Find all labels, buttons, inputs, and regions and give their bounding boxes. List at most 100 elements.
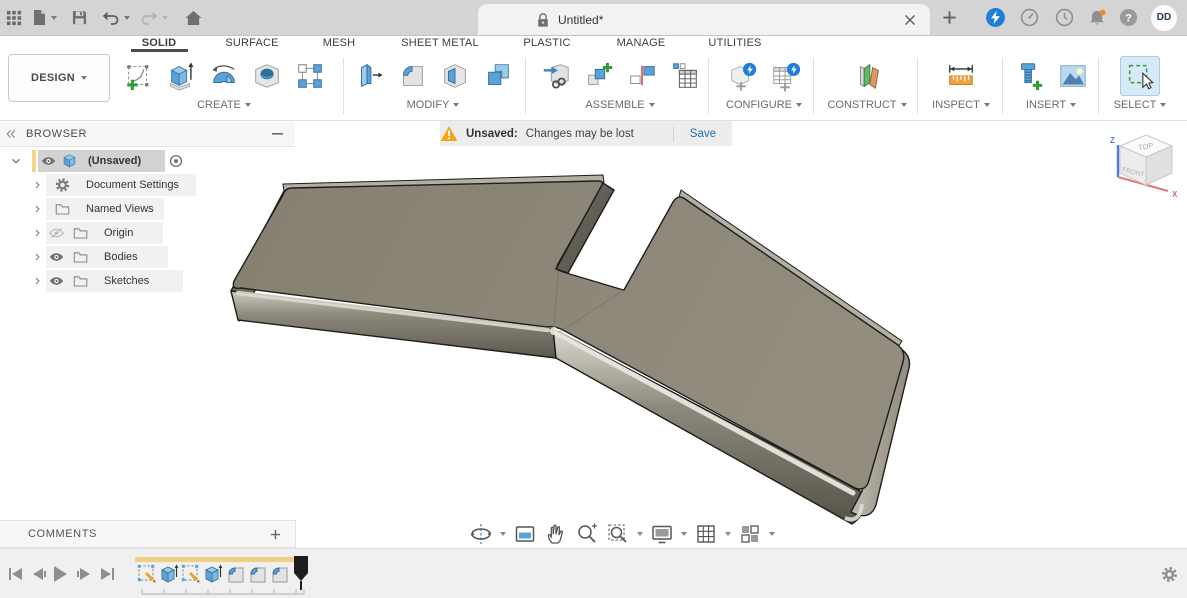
timeline-feature-sketch[interactable]	[180, 563, 202, 585]
visibility-eye-icon[interactable]	[41, 155, 56, 167]
tab-sheet-metal[interactable]: SHEET METAL	[401, 37, 479, 49]
undo-button[interactable]	[102, 0, 130, 35]
create-sketch-button[interactable]	[120, 58, 156, 94]
minimize-browser-icon[interactable]	[272, 133, 283, 136]
go-to-end-button[interactable]	[99, 567, 115, 581]
redo-caret[interactable]	[162, 16, 168, 20]
row-label[interactable]: Named Views	[86, 203, 154, 215]
file-new-caret[interactable]	[51, 16, 57, 20]
timeline-marker[interactable]	[293, 556, 309, 590]
row-label[interactable]: Document Settings	[86, 179, 179, 191]
collapse-panel-icon[interactable]	[6, 129, 16, 139]
activate-component-radio[interactable]	[169, 154, 183, 168]
timeline-feature-sketch[interactable]	[136, 563, 158, 585]
chevron-right-icon[interactable]	[32, 228, 43, 239]
insert-derive-button[interactable]	[538, 58, 574, 94]
select-button[interactable]	[1120, 56, 1160, 96]
revolve-button[interactable]	[206, 58, 242, 94]
chevron-right-icon[interactable]	[32, 252, 43, 263]
root-component-label[interactable]: (Unsaved)	[88, 155, 141, 167]
home-icon[interactable]	[185, 0, 202, 35]
group-label-inspect[interactable]: INSPECT	[922, 99, 1000, 111]
timeline-feature-fillet[interactable]	[268, 563, 290, 585]
close-tab-icon[interactable]	[904, 14, 916, 26]
tab-solid[interactable]: SOLID	[142, 37, 177, 49]
design-workspace-button[interactable]: DESIGN	[8, 54, 110, 102]
browser-row-named-views[interactable]: Named Views	[0, 197, 295, 221]
viewports-icon[interactable]	[737, 521, 763, 547]
tab-mesh[interactable]: MESH	[323, 37, 356, 49]
bom-button[interactable]	[667, 58, 703, 94]
tab-plastic[interactable]: PLASTIC	[523, 37, 570, 49]
add-comment-icon[interactable]	[270, 529, 281, 540]
help-icon[interactable]: ?	[1119, 0, 1138, 35]
play-button[interactable]	[52, 565, 68, 583]
browser-row-sketches[interactable]: Sketches	[0, 269, 295, 293]
browser-row-document-settings[interactable]: Document Settings	[0, 173, 295, 197]
configuration-table-button[interactable]	[768, 58, 804, 94]
combine-button[interactable]	[480, 58, 516, 94]
model-canvas[interactable]: Unsaved: Changes may be lost Save BROWSE…	[0, 121, 1187, 548]
user-avatar[interactable]: DD	[1151, 0, 1177, 35]
step-forward-button[interactable]	[76, 567, 92, 581]
group-label-select[interactable]: SELECT	[1102, 99, 1178, 111]
pattern-button[interactable]	[292, 58, 328, 94]
press-pull-button[interactable]	[351, 58, 387, 94]
viewports-caret[interactable]	[769, 532, 775, 536]
settings-gear-icon[interactable]	[1161, 566, 1178, 583]
grid-display-caret[interactable]	[725, 532, 731, 536]
timeline-ruler[interactable]	[141, 587, 305, 595]
undo-caret[interactable]	[124, 16, 130, 20]
display-settings-caret[interactable]	[681, 532, 687, 536]
save-link[interactable]: Save	[674, 128, 732, 140]
joint-button[interactable]	[624, 58, 660, 94]
timeline-feature-extrude[interactable]	[158, 563, 180, 585]
orbit-icon[interactable]	[468, 521, 494, 547]
look-at-icon[interactable]	[512, 521, 538, 547]
group-label-configure[interactable]: CONFIGURE	[716, 99, 812, 111]
row-label[interactable]: Sketches	[104, 275, 149, 287]
shell-button[interactable]	[437, 58, 473, 94]
document-tab[interactable]: Untitled*	[478, 4, 930, 35]
redo-button[interactable]	[140, 0, 168, 35]
timeline-feature-extrude[interactable]	[202, 563, 224, 585]
go-to-start-button[interactable]	[8, 567, 24, 581]
usage-meter-icon[interactable]	[1020, 0, 1039, 35]
job-status-icon[interactable]	[985, 0, 1006, 35]
grid-display-icon[interactable]	[693, 521, 719, 547]
group-label-assemble[interactable]: ASSEMBLE	[532, 99, 708, 111]
step-back-button[interactable]	[31, 567, 47, 581]
timeline-feature-fillet[interactable]	[224, 563, 246, 585]
view-cube[interactable]: Z X TOP FRONT	[1104, 129, 1187, 209]
chevron-right-icon[interactable]	[32, 180, 43, 191]
tab-utilities[interactable]: UTILITIES	[708, 37, 761, 49]
comments-panel[interactable]: COMMENTS	[0, 520, 296, 548]
app-grid-icon[interactable]	[6, 0, 22, 35]
construction-plane-button[interactable]	[849, 58, 885, 94]
visibility-eye-icon[interactable]	[49, 251, 64, 263]
tab-manage[interactable]: MANAGE	[617, 37, 666, 49]
new-tab-button[interactable]	[942, 0, 957, 35]
visibility-eye-icon[interactable]	[49, 275, 64, 287]
new-component-button[interactable]	[581, 58, 617, 94]
pan-icon[interactable]	[543, 521, 569, 547]
zoom-window-caret[interactable]	[637, 532, 643, 536]
measure-button[interactable]	[943, 58, 979, 94]
chevron-down-icon[interactable]	[10, 155, 22, 167]
row-label[interactable]: Bodies	[104, 251, 138, 263]
canvas-image-button[interactable]	[1055, 58, 1091, 94]
zoom-window-icon[interactable]	[605, 521, 631, 547]
history-clock-icon[interactable]	[1055, 0, 1074, 35]
zoom-icon[interactable]	[574, 521, 600, 547]
orbit-caret[interactable]	[500, 532, 506, 536]
visibility-off-eye-icon[interactable]	[49, 227, 64, 240]
row-label[interactable]: Origin	[104, 227, 133, 239]
timeline-feature-fillet[interactable]	[246, 563, 268, 585]
configuration-button[interactable]	[725, 58, 761, 94]
browser-row-root[interactable]: (Unsaved)	[0, 149, 295, 173]
browser-row-bodies[interactable]: Bodies	[0, 245, 295, 269]
insert-fastener-button[interactable]	[1012, 58, 1048, 94]
group-label-create[interactable]: CREATE	[118, 99, 330, 111]
save-button[interactable]	[72, 0, 87, 35]
chevron-right-icon[interactable]	[32, 276, 43, 287]
